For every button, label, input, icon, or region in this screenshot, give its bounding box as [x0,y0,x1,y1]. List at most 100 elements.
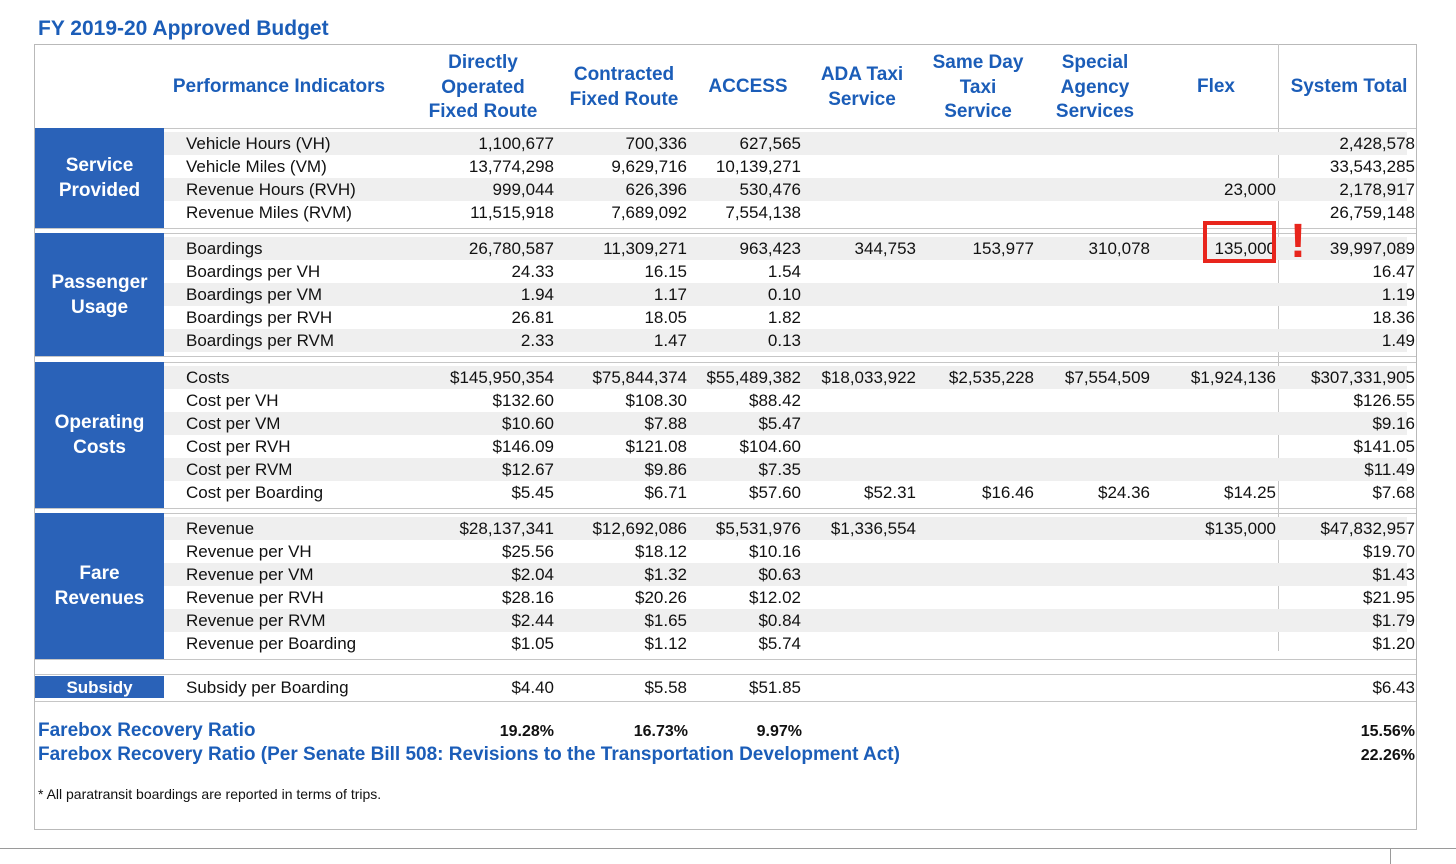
row-label: Costs [186,368,230,387]
row-label: Boardings per VM [186,285,323,304]
section-label: Operating Costs [35,362,164,508]
table-row: Vehicle Hours (VH) 1,100,677 700,336 627,56… [164,132,1415,155]
footnote: * All paratransit boardings are reported… [38,786,382,802]
section-label: Service Provided [35,128,164,228]
cell-system-total: $1.43 [1372,565,1415,584]
table-row: Vehicle Miles (VM) 13,774,298 9,629,716 10,… [164,155,1415,178]
exclamation-mark: ! [1290,215,1306,268]
cell-system-total: 18.36 [1372,308,1415,327]
farebox-label: Farebox Recovery Ratio [38,720,256,741]
cell-system-total: 2,428,578 [1339,134,1415,153]
cell-system-total: 16.47 [1372,262,1415,281]
header-performance-indicators: Performance Indicators [172,76,386,97]
farebox-contracted: 16.73% [633,723,688,740]
cell-flex [1116,586,1276,609]
farebox-access: 9.97% [756,723,802,740]
row-label: Revenue Miles (RVM) [186,203,352,222]
row-label: Revenue per VH [186,542,312,561]
section: Fare Revenues Revenue $28,137,341 $12,692,0… [35,513,1415,659]
cell-system-total: 1.49 [1381,331,1415,350]
row-label: Boardings per RVH [186,308,333,327]
cell-flex [1116,563,1276,586]
cell-flex [1116,329,1276,352]
row-label: Cost per Boarding [186,483,324,502]
row-label: Cost per VH [186,391,279,410]
cell-flex [1116,132,1276,155]
row-label: Cost per RVH [186,437,291,456]
section: Passenger Usage Boardings 26,780,587 11,309… [35,233,1415,356]
table-row: Cost per RVH $146.09 $121.08 $104.60 $141.05 [164,435,1415,458]
cell-system-total: $126.55 [1353,391,1415,410]
row-label: Revenue per Boarding [186,634,357,653]
row-label: Revenue per VM [186,565,314,584]
row-label: Boardings [186,239,263,258]
table-row: Cost per VM $10.60 $7.88 $5.47 $9.16 [164,412,1415,435]
cell-flex [1116,389,1276,412]
cell-system-total: 33,543,285 [1329,157,1415,176]
section-divider [35,356,1416,357]
cell-flex: $1,924,136 [1190,368,1276,387]
row-label: Revenue Hours (RVH) [186,180,356,199]
table-row: Boardings per RVM 2.33 1.47 0.13 1.49 [164,329,1415,352]
row-label: Cost per VM [186,414,281,433]
row-label: Revenue per RVH [186,588,324,607]
row-label: Revenue [186,519,255,538]
cell-flex: 23,000 [1224,180,1276,199]
row-label: Vehicle Miles (VM) [186,157,327,176]
section-label: Passenger Usage [35,233,164,356]
page-divider [0,848,1456,849]
table-row: Revenue Hours (RVH) 999,044 626,396 530,476… [164,178,1415,201]
section: Service Provided Vehicle Hours (VH) 1,100,… [35,128,1415,228]
cell-system-total: $307,331,905 [1311,368,1415,387]
table-row: Cost per RVM $12.67 $9.86 $7.35 $11.49 [164,458,1415,481]
farebox-directly-operated: 19.28% [499,723,554,740]
page-title: FY 2019-20 Approved Budget [38,17,329,40]
row-label: Revenue per RVM [186,611,326,630]
row-label: Boardings per RVM [186,331,335,350]
page-divider-tick [1390,848,1391,864]
header-contracted: Contracted Fixed Route [569,64,679,110]
cell-system-total: $1.79 [1372,611,1415,630]
header-directly-operated: Directly Operated Fixed Route [428,52,538,122]
table-row: Revenue per VM $2.04 $1.32 $0.63 $1.43 [164,563,1415,586]
table-row: Revenue per RVM $2.44 $1.65 $0.84 $1.79 [164,609,1415,632]
cell-flex [1116,632,1276,655]
cell-system-total: $141.05 [1353,437,1415,456]
row-label: Subsidy per Boarding [186,678,349,697]
cell-flex [1116,155,1276,178]
cell-system-total: $47,832,957 [1320,519,1415,538]
cell-system-total: $21.95 [1363,588,1415,607]
cell-flex [1116,306,1276,329]
cell-system-total: 26,759,148 [1329,203,1415,222]
cell-system-total: 1.19 [1381,285,1415,304]
section-divider [35,508,1416,509]
table-row: Boardings per VH 24.33 16.15 1.54 16.47 [164,260,1415,283]
table-row: Subsidy per Boarding $4.40 $5.58 $51.85 $6.4… [164,676,1415,699]
section-divider [35,659,1416,660]
cell-flex [1116,609,1276,632]
cell-system-total: $7.68 [1372,483,1415,502]
header-ada-taxi: ADA Taxi Service [820,64,904,110]
row-label: Boardings per VH [186,262,321,281]
cell-system-total: $6.43 [1372,678,1415,697]
header-same-day: Same Day Taxi Service [932,52,1024,122]
cell-flex [1116,412,1276,435]
table-row: Revenue $28,137,341 $12,692,086 $5,531,976 $… [164,517,1415,540]
cell-flex [1116,435,1276,458]
row-label: Cost per RVM [186,460,293,479]
cell-flex [1116,676,1276,699]
section-divider [35,701,1416,702]
table-row: Revenue per VH $25.56 $18.12 $10.16 $19.70 [164,540,1415,563]
cell-system-total: $1.20 [1372,634,1415,653]
header-special-agency: Special Agency Services [1055,52,1135,122]
cell-flex: $135,000 [1205,519,1276,538]
table-row: Revenue per Boarding $1.05 $1.12 $5.74 $1.20 [164,632,1415,655]
row-label: Vehicle Hours (VH) [186,134,331,153]
highlight-box [1203,221,1276,263]
cell-flex [1116,283,1276,306]
farebox-sb508-label: Farebox Recovery Ratio (Per Senate Bill … [38,744,900,765]
section-label: Subsidy [35,676,164,698]
header-access: ACCESS [708,76,788,97]
table-row: Cost per VH $132.60 $108.30 $88.42 $126.55 [164,389,1415,412]
cell-flex [1116,540,1276,563]
